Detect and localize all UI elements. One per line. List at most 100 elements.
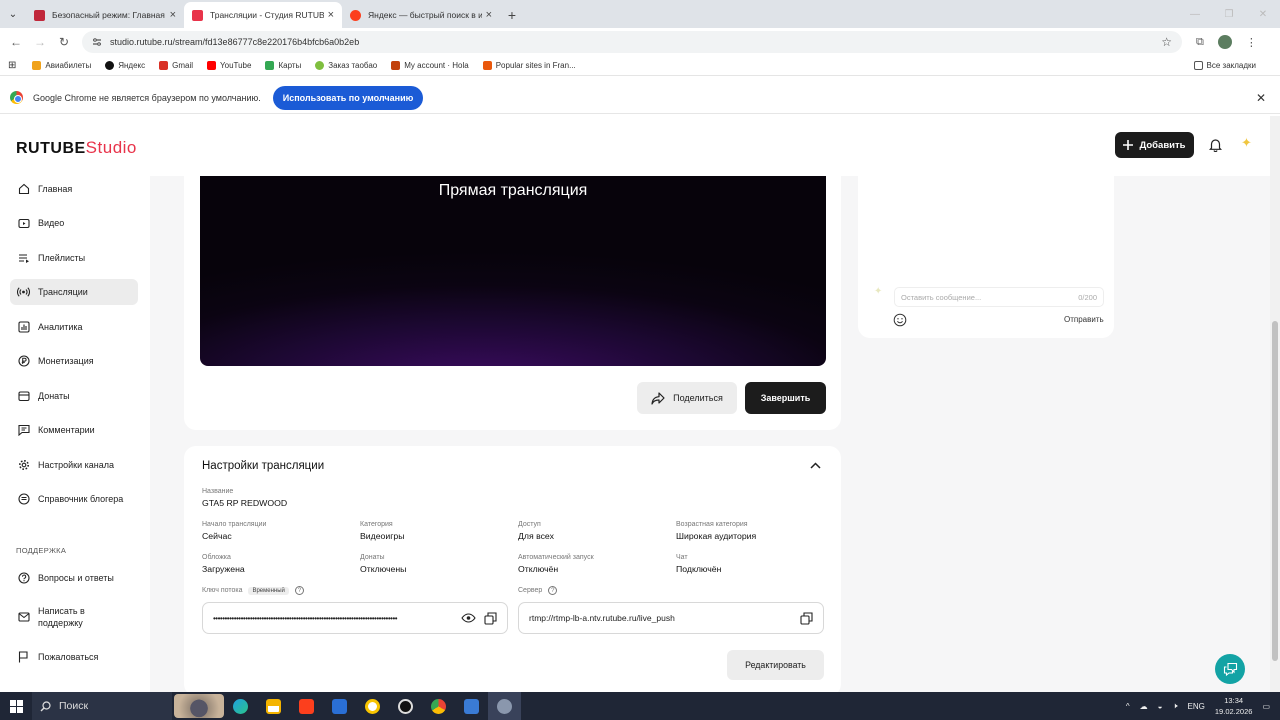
browser-tab-active[interactable]: Трансляции - Студия RUTUBE × bbox=[184, 2, 342, 28]
chat-message-input[interactable]: Оставить сообщение... 0/200 bbox=[894, 287, 1104, 307]
taskbar-search[interactable]: Поиск bbox=[32, 692, 172, 720]
start-button[interactable] bbox=[0, 692, 32, 720]
taskbar-app-blue[interactable] bbox=[323, 692, 356, 720]
sidebar-item-analytics[interactable]: Аналитика bbox=[10, 314, 138, 340]
browser-menu-icon[interactable]: ⋮ bbox=[1246, 36, 1257, 49]
edge-icon bbox=[233, 698, 248, 714]
bookmark-item[interactable]: Авиабилеты bbox=[32, 61, 91, 70]
language-indicator[interactable]: ENG bbox=[1188, 702, 1205, 711]
sidebar-item-report[interactable]: Пожаловаться bbox=[10, 644, 138, 670]
reload-icon[interactable]: ↻ bbox=[52, 35, 76, 49]
avatar[interactable]: ✦ bbox=[1241, 135, 1252, 151]
maximize-icon[interactable]: ❐ bbox=[1212, 0, 1246, 28]
bookmark-star-icon[interactable]: ☆ bbox=[1161, 35, 1172, 49]
extensions-icon[interactable]: ⧉ bbox=[1196, 36, 1204, 49]
taskbar-app-active[interactable] bbox=[488, 692, 521, 720]
sidebar-item-broadcasts[interactable]: Трансляции bbox=[10, 279, 138, 305]
site-info-icon[interactable] bbox=[92, 37, 102, 47]
cloud-icon[interactable]: ☁ bbox=[1140, 702, 1148, 711]
tab-search-chevron-icon[interactable]: ⌄ bbox=[0, 0, 26, 28]
taskbar-yandex-browser[interactable] bbox=[356, 692, 389, 720]
server-url-field[interactable]: rtmp://rtmp-lb-a.ntv.rutube.ru/live_push bbox=[518, 602, 824, 634]
sidebar-item-faq[interactable]: Вопросы и ответы bbox=[10, 565, 138, 591]
tab-close-icon[interactable]: × bbox=[328, 9, 334, 21]
tab-close-icon[interactable]: × bbox=[170, 9, 176, 21]
window-close-icon[interactable]: ✕ bbox=[1246, 0, 1280, 28]
clock[interactable]: 13:34 19.02.2026 bbox=[1215, 695, 1253, 717]
share-button[interactable]: Поделиться bbox=[637, 382, 737, 414]
bookmark-item[interactable]: Яндекс bbox=[105, 61, 145, 70]
forward-icon[interactable]: → bbox=[28, 35, 52, 49]
profile-avatar[interactable] bbox=[1217, 35, 1232, 49]
window-app-icon bbox=[464, 698, 479, 714]
taskbar-chrome[interactable] bbox=[422, 692, 455, 720]
sidebar-item-donations[interactable]: Донаты bbox=[10, 383, 138, 409]
help-question-icon[interactable]: ? bbox=[548, 586, 558, 595]
sidebar-item-label: Пожаловаться bbox=[38, 652, 99, 662]
bell-icon[interactable] bbox=[1209, 138, 1222, 152]
url-input[interactable]: studio.rutube.ru/stream/fd13e86777c8e220… bbox=[82, 31, 1182, 53]
finish-stream-button[interactable]: Завершить bbox=[745, 382, 826, 414]
taskbar-store[interactable] bbox=[257, 692, 290, 720]
stream-preview-player[interactable]: Прямая трансляция bbox=[200, 176, 826, 366]
bookmark-item[interactable]: Gmail bbox=[159, 61, 193, 70]
support-chat-button[interactable] bbox=[1215, 654, 1245, 684]
help-question-icon[interactable]: ? bbox=[294, 586, 304, 595]
chat-send-button[interactable]: Отправить bbox=[1064, 315, 1104, 324]
chevron-up-icon[interactable] bbox=[810, 462, 821, 469]
bookmark-item[interactable]: My account · Hola bbox=[391, 61, 469, 70]
add-button[interactable]: Добавить bbox=[1115, 132, 1194, 158]
bookmark-item[interactable]: Popular sites in Fran... bbox=[482, 61, 576, 70]
bookmark-item[interactable]: YouTube bbox=[207, 61, 251, 70]
network-icon[interactable]: ◒ bbox=[1158, 702, 1163, 711]
taskbar-yandex[interactable] bbox=[290, 692, 323, 720]
tab-close-icon[interactable]: × bbox=[486, 9, 492, 21]
money-icon bbox=[17, 355, 30, 368]
field-value: Сейчас bbox=[202, 531, 232, 541]
bookmark-item[interactable]: Заказ таобао bbox=[315, 61, 377, 70]
copy-icon[interactable] bbox=[800, 611, 813, 625]
sidebar-item-playlists[interactable]: Плейлисты bbox=[10, 245, 138, 271]
sidebar-item-label: Вопросы и ответы bbox=[38, 573, 114, 583]
field-name: Название GTA5 RP REDWOOD bbox=[202, 488, 287, 508]
sidebar-item-video[interactable]: Видео bbox=[10, 210, 138, 236]
edit-button[interactable]: Редактировать bbox=[727, 650, 824, 680]
notifications-icon[interactable]: ▭ bbox=[1262, 702, 1270, 711]
bookmark-item[interactable]: Карты bbox=[265, 61, 301, 70]
sidebar-item-blogger-guide[interactable]: Справочник блогера bbox=[10, 486, 138, 512]
scrollbar-thumb[interactable] bbox=[1272, 321, 1278, 661]
minimize-icon[interactable]: — bbox=[1178, 0, 1212, 28]
infobar-message: Google Chrome не является браузером по у… bbox=[33, 92, 261, 103]
sidebar-item-monetization[interactable]: Монетизация bbox=[10, 348, 138, 374]
browser-tab[interactable]: Безопасный режим: Главная - × bbox=[26, 2, 184, 28]
sidebar-item-write-support[interactable]: Написать в поддержку bbox=[10, 602, 138, 632]
emoji-icon[interactable] bbox=[893, 313, 907, 327]
back-icon[interactable]: ← bbox=[4, 35, 28, 49]
copy-icon[interactable] bbox=[484, 611, 497, 625]
sidebar-item-home[interactable]: Главная bbox=[10, 176, 138, 202]
eye-icon[interactable] bbox=[461, 613, 476, 623]
field-category: Категория Видеоигры bbox=[360, 521, 404, 541]
rutube-studio-logo[interactable]: RUTUBEStudio bbox=[16, 138, 137, 158]
page-scrollbar[interactable] bbox=[1270, 116, 1280, 692]
field-value: GTA5 RP REDWOOD bbox=[202, 498, 288, 508]
taskbar-edge[interactable] bbox=[224, 692, 257, 720]
bookmark-favicon-icon bbox=[207, 61, 217, 70]
new-tab-button[interactable]: + bbox=[500, 2, 524, 28]
share-icon bbox=[651, 391, 665, 405]
infobar-close-icon[interactable]: ✕ bbox=[1256, 91, 1266, 105]
tab-favicon-icon bbox=[34, 9, 45, 21]
sticker-icon[interactable]: ✦ bbox=[874, 286, 882, 297]
tab-favicon-icon bbox=[192, 9, 203, 21]
apps-grid-icon[interactable]: ⊞ bbox=[8, 60, 16, 71]
stream-key-field[interactable]: ••••••••••••••••••••••••••••••••••••••••… bbox=[202, 602, 508, 634]
sidebar-item-channel-settings[interactable]: Настройки канала bbox=[10, 452, 138, 478]
sidebar-item-comments[interactable]: Комментарии bbox=[10, 417, 138, 443]
set-default-button[interactable]: Использовать по умолчанию bbox=[272, 85, 424, 110]
taskbar-app-window[interactable] bbox=[455, 692, 488, 720]
browser-tab[interactable]: Яндекс — быстрый поиск в и × bbox=[342, 2, 500, 28]
taskbar-obs[interactable] bbox=[389, 692, 422, 720]
volume-icon[interactable]: 🕨 bbox=[1173, 701, 1178, 711]
tray-chevron-up-icon[interactable]: ^ bbox=[1126, 702, 1130, 711]
all-bookmarks-button[interactable]: Все закладки bbox=[1193, 61, 1256, 70]
